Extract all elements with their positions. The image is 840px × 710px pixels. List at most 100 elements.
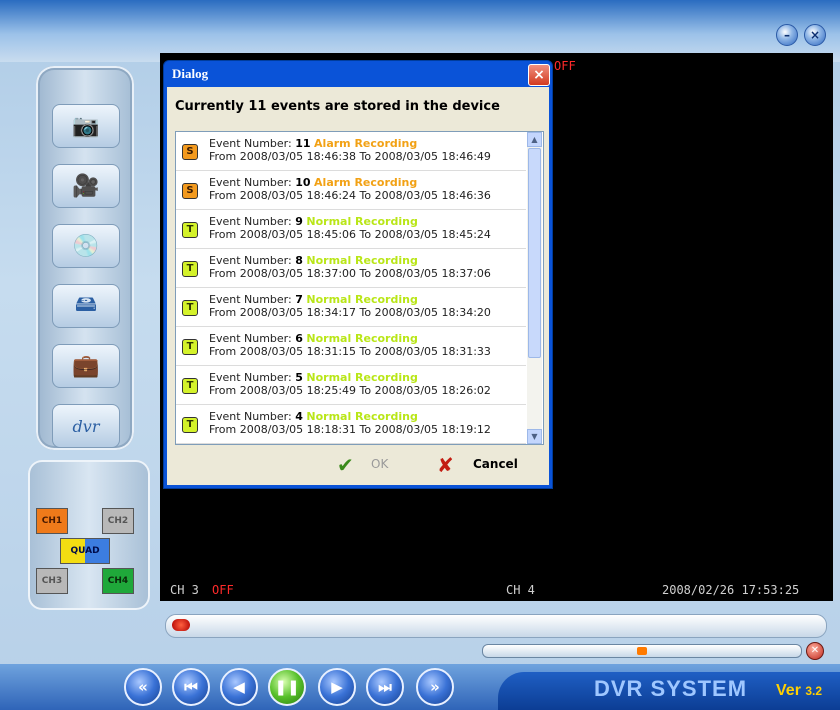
- playback-disc-button[interactable]: 💿: [52, 224, 120, 268]
- skip-back-icon: ⏮: [184, 678, 198, 696]
- settings-case-button[interactable]: 💼: [52, 344, 120, 388]
- event-list-item[interactable]: T Event Number: 4 Normal Recording From 20…: [176, 405, 526, 444]
- event-list-item[interactable]: T Event Number: 6 Normal Recording From 20…: [176, 327, 526, 366]
- fast-forward-button[interactable]: »: [416, 668, 454, 706]
- event-number-prefix: Event Number:: [209, 176, 296, 189]
- ch3-status: OFF: [212, 583, 234, 597]
- timer-badge-icon: T: [182, 417, 198, 433]
- event-number-prefix: Event Number:: [209, 410, 296, 423]
- event-header: Event Number: 6 Normal Recording: [209, 332, 418, 345]
- event-number-prefix: Event Number:: [209, 293, 296, 306]
- dvr-app-window: – × 📷 🎥 💿 🖴 💼 dvr CH1 CH2 QUAD CH3 CH4 O…: [0, 0, 840, 710]
- timestamp: 2008/02/26 17:53:25: [662, 583, 800, 597]
- event-time-range: From 2008/03/05 18:46:24 To 2008/03/05 1…: [209, 189, 491, 202]
- event-number-prefix: Event Number:: [209, 137, 296, 150]
- scroll-thumb[interactable]: [528, 148, 541, 358]
- event-time-range: From 2008/03/05 18:45:06 To 2008/03/05 1…: [209, 228, 491, 241]
- event-time-range: From 2008/03/05 18:37:00 To 2008/03/05 1…: [209, 267, 491, 280]
- drive-icon: 🖴: [74, 292, 98, 317]
- event-number-prefix: Event Number:: [209, 332, 296, 345]
- ch4-button[interactable]: CH4: [102, 568, 134, 594]
- record-button[interactable]: 🎥: [52, 164, 120, 208]
- ch3-button[interactable]: CH3: [36, 568, 68, 594]
- event-type: Alarm Recording: [314, 176, 418, 189]
- event-number: 8: [295, 254, 303, 267]
- play-reverse-icon: ◀: [233, 678, 245, 696]
- timer-badge-icon: T: [182, 222, 198, 238]
- event-list-item[interactable]: T Event Number: 8 Normal Recording From 20…: [176, 249, 526, 288]
- timer-badge-icon: T: [182, 339, 198, 355]
- play-reverse-button[interactable]: ◀: [220, 668, 258, 706]
- event-number: 9: [295, 215, 303, 228]
- close-icon[interactable]: ×: [528, 64, 550, 86]
- event-type: Normal Recording: [306, 293, 418, 306]
- ch2-button[interactable]: CH2: [102, 508, 134, 534]
- event-header: Event Number: 10 Alarm Recording: [209, 176, 417, 189]
- timer-badge-icon: T: [182, 300, 198, 316]
- camera-icon: 📷: [72, 113, 100, 139]
- disc-icon: 💿: [72, 233, 100, 259]
- dialog-title: Dialog: [172, 66, 209, 81]
- fast-rewind-button[interactable]: «: [124, 668, 162, 706]
- event-header: Event Number: 7 Normal Recording: [209, 293, 418, 306]
- play-icon: ▶: [331, 678, 343, 696]
- step-forward-button[interactable]: ⏭: [366, 668, 404, 706]
- step-forward-icon: ⏭: [378, 678, 392, 696]
- dvr-logo-button[interactable]: dvr: [52, 404, 120, 448]
- event-list-item[interactable]: T Event Number: 9 Normal Recording From 20…: [176, 210, 526, 249]
- close-icon[interactable]: ×: [804, 24, 826, 46]
- quad-button[interactable]: QUAD: [60, 538, 110, 564]
- event-list-item[interactable]: T Event Number: 7 Normal Recording From 20…: [176, 288, 526, 327]
- briefcase-icon: 💼: [72, 353, 100, 379]
- minimize-icon[interactable]: –: [776, 24, 798, 46]
- scroll-up-icon[interactable]: ▲: [527, 132, 542, 147]
- event-header: Event Number: 4 Normal Recording: [209, 410, 418, 423]
- event-list[interactable]: S Event Number: 11 Alarm Recording From 20…: [175, 131, 544, 445]
- pause-icon: ❚❚: [274, 678, 300, 696]
- event-header: Event Number: 11 Alarm Recording: [209, 137, 417, 150]
- volume-slider[interactable]: [482, 644, 802, 658]
- event-time-range: From 2008/03/05 18:34:17 To 2008/03/05 1…: [209, 306, 491, 319]
- event-list-item[interactable]: S Event Number: 10 Alarm Recording From 20…: [176, 171, 526, 210]
- ch1-button[interactable]: CH1: [36, 508, 68, 534]
- dialog-body: Currently 11 events are stored in the de…: [167, 87, 549, 485]
- mute-icon[interactable]: ✕: [806, 642, 824, 660]
- ch3-label: CH 3: [170, 583, 199, 597]
- timer-badge-icon: T: [182, 378, 198, 394]
- version-label: Ver 3.2: [776, 682, 822, 700]
- cancel-button[interactable]: Cancel: [473, 457, 518, 471]
- event-type: Alarm Recording: [314, 137, 418, 150]
- event-number: 6: [295, 332, 303, 345]
- event-time-range: From 2008/03/05 18:31:15 To 2008/03/05 1…: [209, 345, 491, 358]
- fast-rewind-icon: «: [138, 678, 148, 696]
- event-time-range: From 2008/03/05 18:18:31 To 2008/03/05 1…: [209, 423, 491, 436]
- camcorder-icon: 🎥: [72, 173, 100, 199]
- scroll-down-icon[interactable]: ▼: [527, 429, 542, 444]
- skip-back-button[interactable]: ⏮: [172, 668, 210, 706]
- channel-panel: CH1 CH2 QUAD CH3 CH4: [28, 460, 150, 610]
- event-count-message: Currently 11 events are stored in the de…: [175, 99, 500, 114]
- event-header: Event Number: 9 Normal Recording: [209, 215, 418, 228]
- event-time-range: From 2008/03/05 18:25:49 To 2008/03/05 1…: [209, 384, 491, 397]
- events-dialog: Dialog × Currently 11 events are stored …: [163, 60, 553, 489]
- backup-drive-button[interactable]: 🖴: [52, 284, 120, 328]
- ok-button[interactable]: OK: [371, 457, 388, 471]
- timeline-thumb[interactable]: [172, 619, 190, 631]
- event-type: Normal Recording: [306, 215, 418, 228]
- event-list-scrollbar[interactable]: ▲ ▼: [527, 132, 542, 444]
- version-prefix: Ver: [776, 682, 801, 699]
- event-list-item[interactable]: T Event Number: 5 Normal Recording From 20…: [176, 366, 526, 405]
- checkmark-icon: ✔: [337, 453, 354, 477]
- fast-forward-icon: »: [430, 678, 440, 696]
- pause-button[interactable]: ❚❚: [268, 668, 306, 706]
- event-type: Normal Recording: [306, 332, 418, 345]
- play-button[interactable]: ▶: [318, 668, 356, 706]
- event-list-item[interactable]: S Event Number: 11 Alarm Recording From 20…: [176, 132, 526, 171]
- volume-knob[interactable]: [637, 647, 647, 655]
- dvr-logo-icon: dvr: [72, 416, 100, 436]
- timer-badge-icon: T: [182, 261, 198, 277]
- dialog-buttons: ✔ OK ✘ Cancel: [167, 453, 549, 477]
- playback-timeline[interactable]: [165, 614, 827, 638]
- event-header: Event Number: 5 Normal Recording: [209, 371, 418, 384]
- snapshot-camera-button[interactable]: 📷: [52, 104, 120, 148]
